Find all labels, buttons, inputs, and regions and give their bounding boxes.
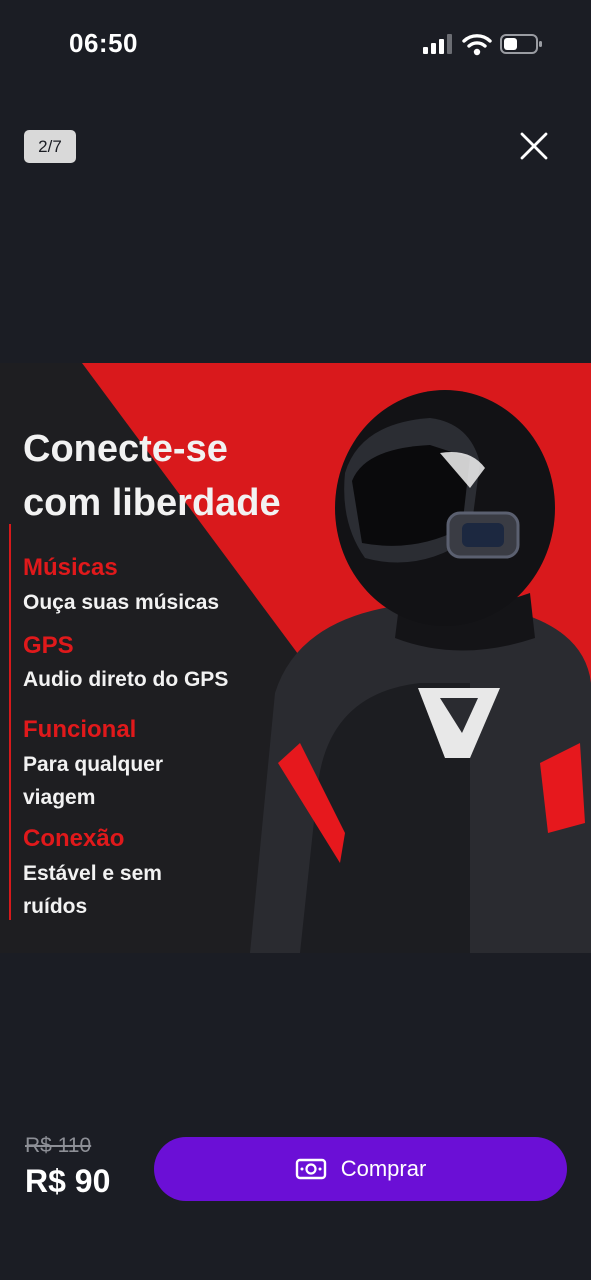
feature-desc: Audio direto do GPS — [23, 668, 229, 691]
feature-desc: Estável e sem ruídos — [23, 862, 162, 918]
signal-icon — [423, 34, 452, 54]
banner-headline-text: Conecte-se com liberdade — [23, 422, 281, 530]
feature-title: Conexão — [23, 825, 125, 852]
feature-title: Funcional — [23, 716, 137, 743]
wifi-icon — [462, 34, 492, 56]
current-price: R$ 90 — [25, 1163, 111, 1199]
feature-desc: Para qualquer viagem — [23, 753, 164, 809]
original-price: R$ 110 — [25, 1134, 92, 1157]
feature-title: GPS — [23, 632, 74, 659]
close-icon[interactable] — [516, 128, 552, 164]
status-bar: 06:50 — [0, 0, 591, 90]
status-time: 06:50 — [69, 28, 138, 58]
headline-line-2: com liberdade — [23, 482, 281, 524]
feature-title: Músicas — [23, 554, 118, 581]
image-counter: 2/7 — [24, 130, 76, 163]
feature-desc: Ouça suas músicas — [23, 591, 220, 614]
buy-button-label: Comprar — [340, 1156, 427, 1181]
buy-button[interactable]: Comprar — [154, 1137, 567, 1201]
feature-divider — [9, 524, 11, 920]
headline-line-1: Conecte-se — [23, 428, 228, 470]
money-icon — [295, 1158, 326, 1180]
battery-icon — [500, 34, 542, 54]
